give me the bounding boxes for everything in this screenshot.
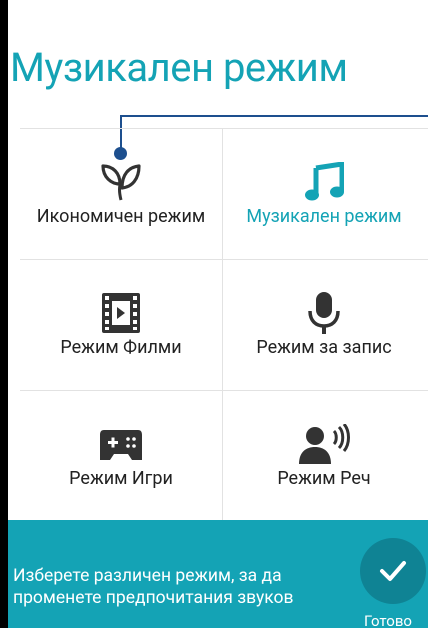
mode-label: Режим Филми: [60, 337, 182, 358]
mode-label: Икономичен режим: [36, 206, 206, 227]
mode-label: Режим Реч: [277, 468, 371, 489]
mode-music[interactable]: Музикален режим: [223, 128, 425, 258]
gamepad-icon: [20, 424, 222, 464]
speaker-voice-icon: [223, 424, 425, 464]
done-button[interactable]: [360, 538, 426, 604]
music-note-icon: [223, 162, 425, 202]
hint-text: Изберете различен режим, за да променете…: [13, 566, 294, 608]
checkmark-icon: [380, 561, 406, 581]
mode-recording[interactable]: Режим за запис: [223, 259, 425, 389]
leaf-icon: [20, 162, 222, 202]
film-icon: [20, 293, 222, 333]
footer-bar: Изберете различен режим, за да променете…: [8, 520, 428, 628]
mode-economy[interactable]: Икономичен режим: [20, 128, 222, 258]
mode-speech[interactable]: Режим Реч: [223, 390, 425, 520]
mode-grid: Икономичен режим Музикален режим Режим Ф…: [20, 128, 428, 520]
mode-label: Режим Игри: [69, 468, 173, 489]
audio-mode-screen: Музикален режим Икономичен режим Музикал…: [8, 0, 428, 628]
page-title: Музикален режим: [10, 44, 348, 91]
guide-line: [120, 115, 428, 117]
mode-games[interactable]: Режим Игри: [20, 390, 222, 520]
mode-label: Режим за запис: [256, 337, 392, 358]
microphone-icon: [223, 292, 425, 334]
mode-label: Музикален режим: [246, 206, 402, 227]
done-label[interactable]: Готово: [364, 612, 412, 628]
mode-movies[interactable]: Режим Филми: [20, 259, 222, 389]
